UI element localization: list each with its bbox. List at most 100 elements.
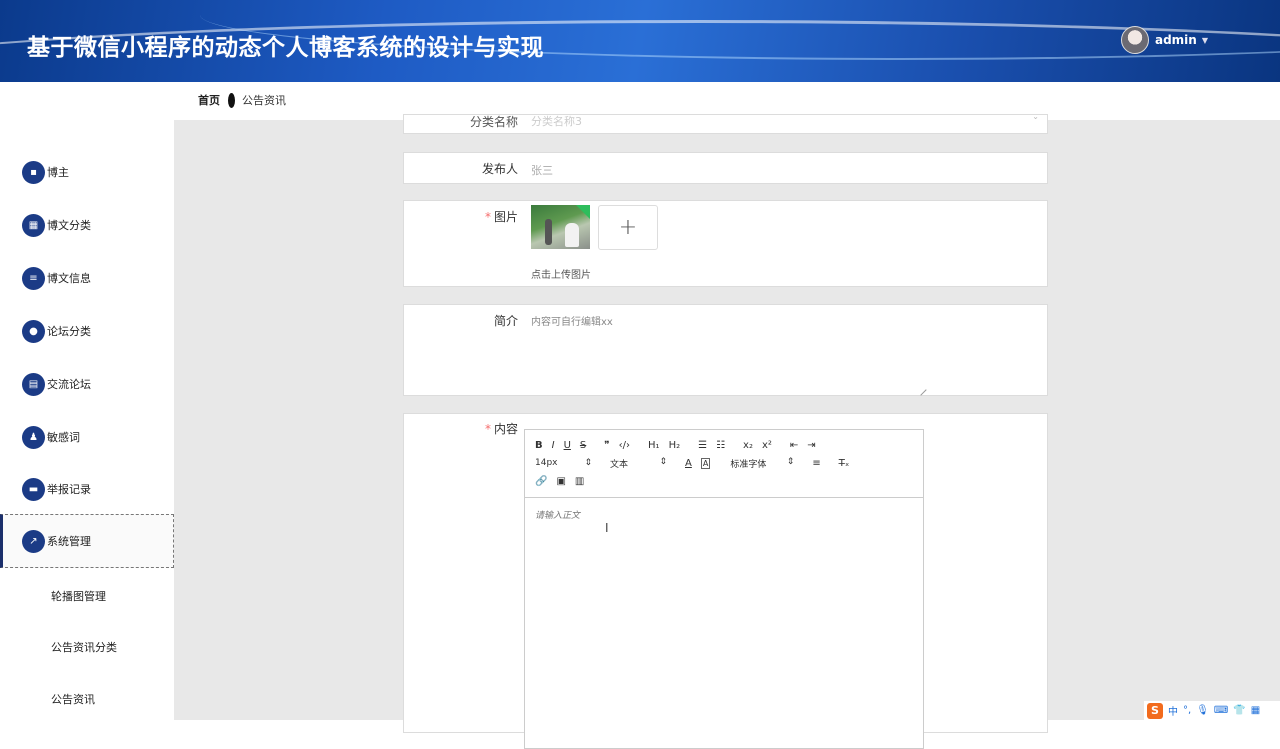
thumbnail-figure bbox=[565, 223, 579, 247]
field-label: 分类名称 bbox=[469, 115, 518, 129]
category-select[interactable]: 分类名称3 bbox=[531, 115, 582, 129]
skin-icon[interactable]: 👕 bbox=[1233, 705, 1245, 716]
sidebar-subitem-notice[interactable]: 公告资讯 bbox=[51, 691, 95, 707]
code-icon[interactable]: ‹/› bbox=[619, 440, 630, 451]
caret-down-icon[interactable]: ▼ bbox=[1202, 36, 1208, 45]
image-icon[interactable]: ▣ bbox=[556, 476, 565, 487]
breadcrumb: 首页 公告资讯 bbox=[198, 92, 286, 108]
app-title: 基于微信小程序的动态个人博客系统的设计与实现 bbox=[27, 35, 544, 61]
intro-textarea[interactable]: 内容可自行编辑xx bbox=[531, 313, 613, 328]
sidebar-item-forum-category[interactable]: ● 论坛分类 bbox=[0, 308, 174, 354]
ime-language[interactable]: 中 bbox=[1168, 703, 1178, 718]
sidebar-item-label: 博主 bbox=[47, 166, 69, 179]
underline-icon[interactable]: U bbox=[564, 440, 571, 451]
ime-toolbar[interactable]: S 中 °, 🎙 ⌨ 👕 ▦ bbox=[1144, 701, 1280, 720]
microphone-icon[interactable]: 🎙 bbox=[1196, 705, 1209, 716]
updown-icon: ⇕ bbox=[584, 458, 592, 468]
sidebar-item-label: 敏感词 bbox=[47, 431, 80, 444]
sidebar-item-system[interactable]: ↗ 系统管理 bbox=[0, 514, 174, 568]
outdent-icon[interactable]: ⇤ bbox=[790, 440, 798, 451]
link-icon[interactable]: 🔗 bbox=[535, 476, 547, 487]
keyboard-icon[interactable]: ⌨ bbox=[1214, 705, 1228, 716]
editor-body[interactable]: 请输入正文 bbox=[525, 498, 923, 531]
upload-tip: 点击上传图片 bbox=[531, 270, 591, 281]
field-label: * 图片 bbox=[484, 210, 518, 224]
chat-icon: ▪ bbox=[22, 160, 45, 184]
clear-format-icon[interactable]: T̶ₓ bbox=[839, 458, 850, 469]
field-label: 简介 bbox=[493, 314, 518, 328]
heading2-icon[interactable]: H₂ bbox=[669, 440, 681, 451]
username[interactable]: admin bbox=[1155, 33, 1197, 47]
sidebar-subitem-notice-category[interactable]: 公告资讯分类 bbox=[51, 639, 117, 655]
sidebar-item-post-category[interactable]: ▦ 博文分类 bbox=[0, 202, 174, 248]
sidebar-item-label: 博文信息 bbox=[47, 272, 91, 285]
editor-placeholder: 请输入正文 bbox=[535, 511, 581, 521]
bullet-list-icon[interactable]: ☷ bbox=[716, 440, 725, 451]
text-type-select[interactable]: 文本 ⇕ bbox=[610, 457, 667, 470]
monitor-icon: ▬ bbox=[22, 477, 45, 501]
list-icon: ≡ bbox=[22, 266, 45, 290]
background-color-icon[interactable]: A bbox=[700, 457, 711, 469]
top-header: 基于微信小程序的动态个人博客系统的设计与实现 admin ▼ bbox=[0, 0, 1280, 82]
sidebar-item-forum[interactable]: ▤ 交流论坛 bbox=[0, 361, 174, 407]
sogou-logo-icon[interactable]: S bbox=[1147, 702, 1163, 719]
sidebar-item-sensitive-words[interactable]: ♟ 敏感词 bbox=[0, 414, 174, 460]
chart-icon: ↗ bbox=[22, 529, 45, 553]
chevron-down-icon[interactable]: ⌄ bbox=[1032, 115, 1039, 121]
resize-handle-icon[interactable] bbox=[915, 384, 927, 396]
field-label: * 内容 bbox=[484, 422, 518, 436]
breadcrumb-separator bbox=[228, 92, 235, 108]
sidebar-subitem-carousel[interactable]: 轮播图管理 bbox=[51, 588, 106, 604]
subscript-icon[interactable]: x₂ bbox=[743, 440, 753, 451]
quote-icon[interactable]: ❞ bbox=[604, 440, 609, 451]
sidebar-item-reports[interactable]: ▬ 举报记录 bbox=[0, 466, 174, 512]
bold-icon[interactable]: B bbox=[535, 440, 543, 451]
sidebar-item-blogger[interactable]: ▪ 博主 bbox=[0, 149, 174, 195]
sidebar-item-post-info[interactable]: ≡ 博文信息 bbox=[0, 255, 174, 301]
italic-icon[interactable]: I bbox=[552, 440, 555, 451]
updown-icon: ⇕ bbox=[786, 456, 795, 467]
form-row-image: * 图片 + 点击上传图片 bbox=[403, 200, 1048, 287]
form-row-intro: 简介 内容可自行编辑xx bbox=[403, 304, 1048, 396]
avatar[interactable] bbox=[1120, 26, 1149, 54]
uploaded-image-thumbnail[interactable] bbox=[531, 205, 590, 249]
strikethrough-icon[interactable]: S bbox=[580, 440, 586, 451]
heading1-icon[interactable]: H₁ bbox=[648, 440, 660, 451]
grid-icon: ▦ bbox=[22, 213, 45, 237]
plus-icon: + bbox=[618, 215, 638, 240]
text-cursor-icon: I bbox=[605, 521, 609, 535]
publisher-input[interactable]: 张三 bbox=[531, 162, 553, 178]
font-family-select[interactable]: 标准字体 ⇕ bbox=[730, 457, 794, 470]
sidebar-item-label: 举报记录 bbox=[47, 483, 91, 496]
user-icon: ♟ bbox=[22, 425, 45, 449]
breadcrumb-home[interactable]: 首页 bbox=[198, 92, 220, 108]
punctuation-icon[interactable]: °, bbox=[1183, 705, 1191, 716]
apps-icon[interactable]: ▦ bbox=[1251, 705, 1260, 716]
ordered-list-icon[interactable]: ☰ bbox=[698, 440, 707, 451]
rich-text-editor: B I U S ❞ ‹/› H₁ H₂ ☰ ☷ x₂ x² ⇤ ⇥ 14px⇕ bbox=[524, 429, 924, 749]
sidebar-item-label: 论坛分类 bbox=[47, 325, 91, 338]
form-row-category: 分类名称 分类名称3 ⌄ bbox=[403, 114, 1048, 134]
updown-icon: ⇕ bbox=[659, 456, 667, 467]
breadcrumb-current: 公告资讯 bbox=[242, 94, 286, 107]
indent-icon[interactable]: ⇥ bbox=[807, 440, 815, 451]
field-label: 发布人 bbox=[481, 162, 518, 176]
sidebar-item-label: 系统管理 bbox=[47, 535, 91, 548]
sidebar-item-label: 博文分类 bbox=[47, 219, 91, 232]
user-menu[interactable]: admin ▼ bbox=[1120, 26, 1208, 54]
upload-button[interactable]: + bbox=[598, 205, 658, 250]
form-row-content: * 内容 B I U S ❞ ‹/› H₁ H₂ ☰ ☷ x₂ x² ⇤ ⇥ 1… bbox=[403, 413, 1048, 749]
sidebar: ▪ 博主 ▦ 博文分类 ≡ 博文信息 ● 论坛分类 ▤ 交流论坛 ♟ 敏感词 ▬… bbox=[0, 120, 174, 720]
font-color-icon[interactable]: A bbox=[685, 458, 692, 469]
thumbnail-figure bbox=[545, 219, 552, 245]
editor-toolbar: B I U S ❞ ‹/› H₁ H₂ ☰ ☷ x₂ x² ⇤ ⇥ 14px⇕ bbox=[525, 430, 923, 498]
superscript-icon[interactable]: x² bbox=[762, 440, 772, 451]
main-content: 分类名称 分类名称3 ⌄ 发布人 张三 * 图片 + 点击上传图片 简介 内容可自… bbox=[174, 114, 1280, 749]
align-icon[interactable]: ≡ bbox=[812, 458, 820, 469]
font-size-select[interactable]: 14px ⇕ bbox=[535, 458, 592, 468]
form-row-publisher: 发布人 张三 bbox=[403, 152, 1048, 184]
clipboard-icon: ▤ bbox=[22, 372, 45, 396]
sidebar-item-label: 交流论坛 bbox=[47, 378, 91, 391]
bulb-icon: ● bbox=[22, 319, 45, 343]
video-icon[interactable]: ▥ bbox=[575, 476, 584, 487]
